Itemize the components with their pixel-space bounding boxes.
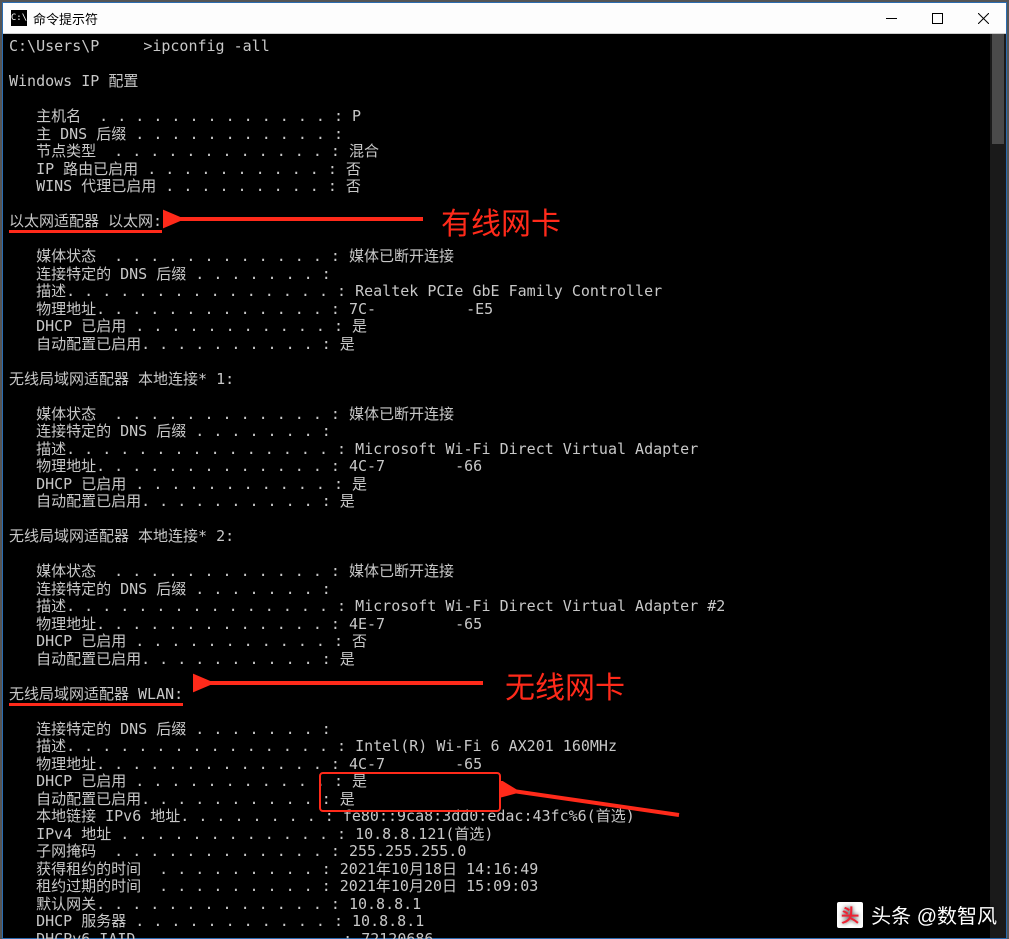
row-label: DHCP 服务器 . . . . . . . . . . . :: [9, 912, 352, 930]
watermark: 头 头条 @数智风: [837, 900, 997, 929]
row-value: 是: [352, 772, 367, 790]
command: >ipconfig -all: [143, 37, 269, 55]
redacted: [376, 302, 466, 315]
row-label: DHCPv6 IAID . . . . . . . . . . . :: [9, 930, 361, 939]
row-value: 媒体已断开连接: [349, 247, 454, 265]
row-value: 否: [346, 177, 361, 195]
adapter-wlan-title: 无线局域网适配器 WLAN:: [9, 685, 183, 706]
row-value: 否: [346, 160, 361, 178]
row-value: 2021年10月20日 15:09:03: [340, 877, 539, 895]
row-value: -65: [455, 755, 482, 773]
minimize-button[interactable]: [868, 3, 914, 33]
row-value: 7C-: [349, 300, 376, 318]
row-value: 是: [340, 790, 355, 808]
row-value: Microsoft Wi-Fi Direct Virtual Adapter #…: [355, 597, 725, 615]
row-value: Realtek PCIe GbE Family Controller: [355, 282, 662, 300]
row-value: 255.255.255.0: [349, 842, 466, 860]
row-label: 描述. . . . . . . . . . . . . . . :: [9, 440, 355, 458]
row-label: 本地链接 IPv6 地址. . . . . . . . :: [9, 807, 343, 825]
row-label: 自动配置已启用. . . . . . . . . . :: [9, 790, 340, 808]
row-label: 连接特定的 DNS 后缀 . . . . . . . :: [9, 265, 340, 283]
cmd-window: C:\ 命令提示符 C:\Users\P >ipconfig -all Windo…: [2, 2, 1007, 939]
row-value: 媒体已断开连接: [349, 562, 454, 580]
row-value: 2021年10月18日 14:16:49: [340, 860, 539, 878]
row-label: 连接特定的 DNS 后缀 . . . . . . . :: [9, 422, 340, 440]
row-value: -E5: [466, 300, 493, 318]
row-value: 是: [340, 650, 355, 668]
row-value: 10.8.8.121(首选): [355, 825, 493, 843]
window-title: 命令提示符: [33, 9, 868, 28]
row-value: 是: [352, 475, 367, 493]
row-label: 获得租约的时间 . . . . . . . . . :: [9, 860, 340, 878]
row-label: 节点类型 . . . . . . . . . . . . :: [9, 142, 349, 160]
row-value: -65: [455, 615, 482, 633]
row-value: P: [352, 107, 361, 125]
prompt-path: C:\Users\P: [9, 37, 99, 55]
toutiao-icon: 头: [837, 902, 863, 928]
row-label: 主机名 . . . . . . . . . . . . . :: [9, 107, 352, 125]
redacted: [385, 757, 455, 770]
row-label: 默认网关. . . . . . . . . . . . . :: [9, 895, 349, 913]
row-label: 物理地址. . . . . . . . . . . . . :: [9, 755, 349, 773]
row-value: 是: [352, 317, 367, 335]
row-value: 72120686: [361, 930, 433, 939]
row-label: 连接特定的 DNS 后缀 . . . . . . . :: [9, 720, 340, 738]
close-button[interactable]: [960, 3, 1006, 33]
maximize-button[interactable]: [914, 3, 960, 33]
row-label: 主 DNS 后缀 . . . . . . . . . . . :: [9, 125, 352, 143]
row-value: 是: [340, 335, 355, 353]
row-label: DHCP 已启用 . . . . . . . . . . . :: [9, 772, 352, 790]
row-label: 物理地址. . . . . . . . . . . . . :: [9, 300, 349, 318]
row-label: IP 路由已启用 . . . . . . . . . . :: [9, 160, 346, 178]
adapter-wlan2-title: 无线局域网适配器 本地连接* 2:: [9, 527, 234, 545]
row-label: 自动配置已启用. . . . . . . . . . :: [9, 650, 340, 668]
row-label: 描述. . . . . . . . . . . . . . . :: [9, 597, 355, 615]
row-label: 描述. . . . . . . . . . . . . . . :: [9, 282, 355, 300]
redacted: [361, 109, 397, 122]
row-value: 混合: [349, 142, 379, 160]
row-value: 4C-7: [349, 457, 385, 475]
cmd-icon: C:\: [11, 10, 27, 26]
adapter-ethernet-title: 以太网适配器 以太网:: [9, 212, 162, 233]
row-label: WINS 代理已启用 . . . . . . . . . :: [9, 177, 346, 195]
row-label: 媒体状态 . . . . . . . . . . . . :: [9, 405, 349, 423]
row-value: Microsoft Wi-Fi Direct Virtual Adapter: [355, 440, 698, 458]
row-label: 物理地址. . . . . . . . . . . . . :: [9, 615, 349, 633]
row-label: 描述. . . . . . . . . . . . . . . :: [9, 737, 355, 755]
row-label: 连接特定的 DNS 后缀 . . . . . . . :: [9, 580, 340, 598]
row-value: 10.8.8.1: [349, 895, 421, 913]
row-label: IPv4 地址 . . . . . . . . . . . . :: [9, 825, 355, 843]
row-value: 否: [352, 632, 367, 650]
titlebar[interactable]: C:\ 命令提示符: [3, 3, 1006, 34]
row-label: 物理地址. . . . . . . . . . . . . :: [9, 457, 349, 475]
row-label: DHCP 已启用 . . . . . . . . . . . :: [9, 475, 352, 493]
row-label: 租约过期的时间 . . . . . . . . . :: [9, 877, 340, 895]
row-label: 媒体状态 . . . . . . . . . . . . :: [9, 562, 349, 580]
row-label: DHCP 已启用 . . . . . . . . . . . :: [9, 317, 352, 335]
redacted: [385, 617, 455, 630]
watermark-text: 头条 @数智风: [871, 900, 997, 929]
row-value: 是: [340, 492, 355, 510]
row-value: 媒体已断开连接: [349, 405, 454, 423]
row-value: 4E-7: [349, 615, 385, 633]
section-header: Windows IP 配置: [9, 72, 138, 90]
row-label: 自动配置已启用. . . . . . . . . . :: [9, 492, 340, 510]
terminal-output[interactable]: C:\Users\P >ipconfig -all Windows IP 配置 主…: [3, 34, 1006, 939]
row-value: 4C-7: [349, 755, 385, 773]
row-value: -66: [455, 457, 482, 475]
row-value: fe80::9ca8:3dd0:edac:43fc%6(首选): [343, 807, 635, 825]
row-label: 媒体状态 . . . . . . . . . . . . :: [9, 247, 349, 265]
row-value: Intel(R) Wi-Fi 6 AX201 160MHz: [355, 737, 617, 755]
redacted: [385, 459, 455, 472]
row-label: 自动配置已启用. . . . . . . . . . :: [9, 335, 340, 353]
row-label: DHCP 已启用 . . . . . . . . . . . :: [9, 632, 352, 650]
row-label: 子网掩码 . . . . . . . . . . . . :: [9, 842, 349, 860]
row-value: 10.8.8.1: [352, 912, 424, 930]
redacted: [99, 39, 143, 53]
adapter-wlan1-title: 无线局域网适配器 本地连接* 1:: [9, 370, 234, 388]
